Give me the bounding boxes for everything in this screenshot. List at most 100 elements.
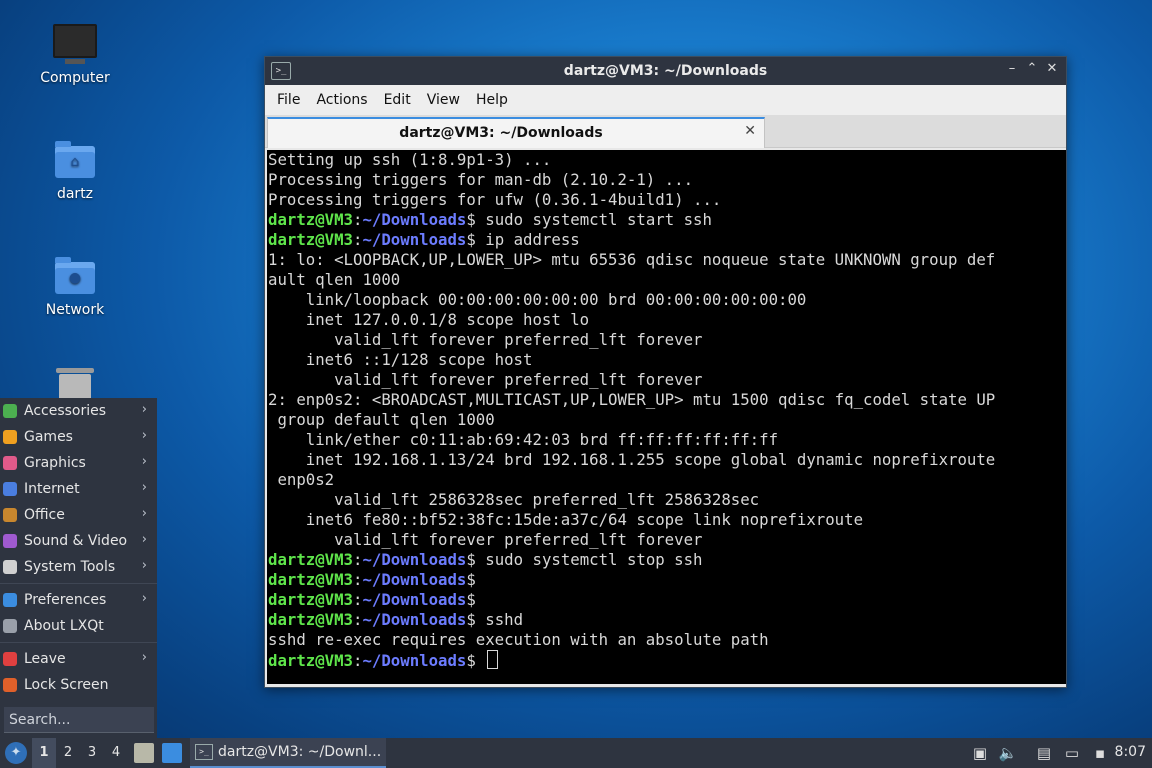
menu-item-office[interactable]: Office ›	[0, 502, 157, 528]
taskbar-task-terminal[interactable]: >_ dartz@VM3: ~/Downl...	[190, 738, 386, 768]
menu-item-system-tools[interactable]: System Tools ›	[0, 554, 157, 580]
graphics-icon	[3, 456, 17, 470]
cursor	[487, 650, 499, 669]
terminal-line: valid_lft forever preferred_lft forever	[268, 530, 703, 549]
menu-item-label: Accessories	[24, 403, 107, 419]
desktop-icon-network[interactable]: ● Network	[20, 256, 130, 318]
command-text: ip address	[475, 230, 580, 249]
menu-file[interactable]: File	[269, 92, 308, 108]
file-manager-icon[interactable]	[134, 743, 154, 763]
menu-actions[interactable]: Actions	[308, 92, 375, 108]
terminal-line: group default qlen 1000	[268, 410, 495, 429]
menu-bar: File Actions Edit View Help	[265, 85, 1066, 115]
terminal-line: Processing triggers for ufw (0.36.1-4bui…	[268, 190, 722, 209]
prompt-user: dartz@VM3	[268, 230, 354, 249]
about-icon	[3, 619, 17, 633]
workspace-4[interactable]: 4	[104, 738, 128, 768]
lock-icon	[3, 678, 17, 692]
start-menu: Accessories › Games › Graphics › Internet › Offi…	[0, 398, 157, 738]
workspace-3[interactable]: 3	[80, 738, 104, 768]
volume-icon[interactable]: 🔈	[998, 743, 1018, 763]
show-desktop-icon[interactable]	[162, 743, 182, 763]
command-text: sshd	[475, 610, 524, 629]
menu-separator	[0, 583, 157, 584]
menu-view[interactable]: View	[419, 92, 468, 108]
system-tools-icon	[3, 560, 17, 574]
chevron-right-icon: ›	[141, 428, 147, 443]
window-titlebar[interactable]: >_ dartz@VM3: ~/Downloads – ⌃ ✕	[265, 57, 1066, 85]
close-icon[interactable]: ✕	[1043, 61, 1061, 76]
menu-item-games[interactable]: Games ›	[0, 424, 157, 450]
terminal-output[interactable]: Setting up ssh (1:8.9p1-3) ... Processing…	[267, 150, 1066, 684]
workspace-2[interactable]: 2	[56, 738, 80, 768]
task-label: dartz@VM3: ~/Downl...	[218, 744, 382, 760]
leave-icon	[3, 652, 17, 666]
chevron-right-icon: ›	[141, 650, 147, 665]
menu-item-about-lxqt[interactable]: About LXQt	[0, 613, 157, 639]
preferences-icon	[3, 593, 17, 607]
sound-video-icon	[3, 534, 17, 548]
terminal-line: inet6 ::1/128 scope host	[268, 350, 533, 369]
chevron-right-icon: ›	[141, 532, 147, 547]
menu-separator	[0, 642, 157, 643]
menu-item-graphics[interactable]: Graphics ›	[0, 450, 157, 476]
prompt-user: dartz@VM3	[268, 651, 354, 670]
prompt-user: dartz@VM3	[268, 610, 354, 629]
prompt-path: ~/Downloads	[362, 570, 467, 589]
terminal-line: valid_lft forever preferred_lft forever	[268, 330, 703, 349]
menu-item-label: Lock Screen	[24, 677, 109, 693]
chevron-right-icon: ›	[141, 454, 147, 469]
prompt-symbol: $	[466, 610, 476, 629]
terminal-line: dartz@VM3:~/Downloads$	[268, 590, 1065, 610]
command-text	[476, 651, 485, 670]
menu-search-input[interactable]: Search...	[4, 707, 154, 733]
terminal-line: link/loopback 00:00:00:00:00:00 brd 00:0…	[268, 290, 807, 309]
clipboard-icon[interactable]: ▤	[1034, 743, 1054, 763]
notification-icon[interactable]: ▪	[1090, 743, 1110, 763]
menu-item-sound-video[interactable]: Sound & Video ›	[0, 528, 157, 554]
maximize-icon[interactable]: ⌃	[1023, 61, 1041, 76]
desktop-icon-home[interactable]: ⌂ dartz	[20, 140, 130, 202]
prompt-user: dartz@VM3	[268, 210, 354, 229]
menu-item-internet[interactable]: Internet ›	[0, 476, 157, 502]
prompt-path: ~/Downloads	[362, 230, 467, 249]
network-icon[interactable]: ▭	[1062, 743, 1082, 763]
menu-item-accessories[interactable]: Accessories ›	[0, 398, 157, 424]
desktop-icon-computer[interactable]: Computer	[20, 24, 130, 86]
terminal-line: dartz@VM3:~/Downloads$ sshd	[268, 610, 1065, 630]
keyboard-icon[interactable]: ▣	[970, 743, 990, 763]
menu-item-label: About LXQt	[24, 618, 104, 634]
workspace-1[interactable]: 1	[32, 738, 56, 768]
prompt-symbol: $	[466, 590, 476, 609]
terminal-line: dartz@VM3:~/Downloads$ sudo systemctl st…	[268, 550, 1065, 570]
menu-item-preferences[interactable]: Preferences ›	[0, 587, 157, 613]
terminal-line: 1: lo: <LOOPBACK,UP,LOWER_UP> mtu 65536 …	[268, 250, 996, 269]
clock: 8:07	[1114, 744, 1146, 760]
menu-item-leave[interactable]: Leave ›	[0, 646, 157, 672]
terminal-line: Processing triggers for man-db (2.10.2-1…	[268, 170, 694, 189]
terminal-line: inet 127.0.0.1/8 scope host lo	[268, 310, 590, 329]
menu-item-label: Games	[24, 429, 73, 445]
prompt-user: dartz@VM3	[268, 570, 354, 589]
menu-help[interactable]: Help	[468, 92, 516, 108]
taskbar: ✦ 1 2 3 4 >_ dartz@VM3: ~/Downl... ▣ 🔈 ▤…	[0, 738, 1152, 768]
tab-terminal[interactable]: dartz@VM3: ~/Downloads ✕	[267, 117, 765, 148]
start-menu-button[interactable]: ✦	[5, 742, 27, 764]
command-text: sudo systemctl stop ssh	[475, 550, 703, 569]
tab-close-icon[interactable]: ✕	[744, 123, 756, 139]
menu-item-label: Graphics	[24, 455, 86, 471]
prompt-path: ~/Downloads	[362, 610, 467, 629]
terminal-line: inet 192.168.1.13/24 brd 192.168.1.255 s…	[268, 450, 996, 469]
menu-item-label: Preferences	[24, 592, 107, 608]
games-icon	[3, 430, 17, 444]
internet-icon	[3, 482, 17, 496]
chevron-right-icon: ›	[141, 558, 147, 573]
chevron-right-icon: ›	[141, 402, 147, 417]
minimize-icon[interactable]: –	[1003, 61, 1021, 76]
office-icon	[3, 508, 17, 522]
menu-item-label: Sound & Video	[24, 533, 128, 549]
menu-item-label: Internet	[24, 481, 80, 497]
menu-edit[interactable]: Edit	[376, 92, 419, 108]
menu-item-lock-screen[interactable]: Lock Screen	[0, 672, 157, 698]
terminal-window[interactable]: >_ dartz@VM3: ~/Downloads – ⌃ ✕ File Act…	[264, 56, 1067, 688]
